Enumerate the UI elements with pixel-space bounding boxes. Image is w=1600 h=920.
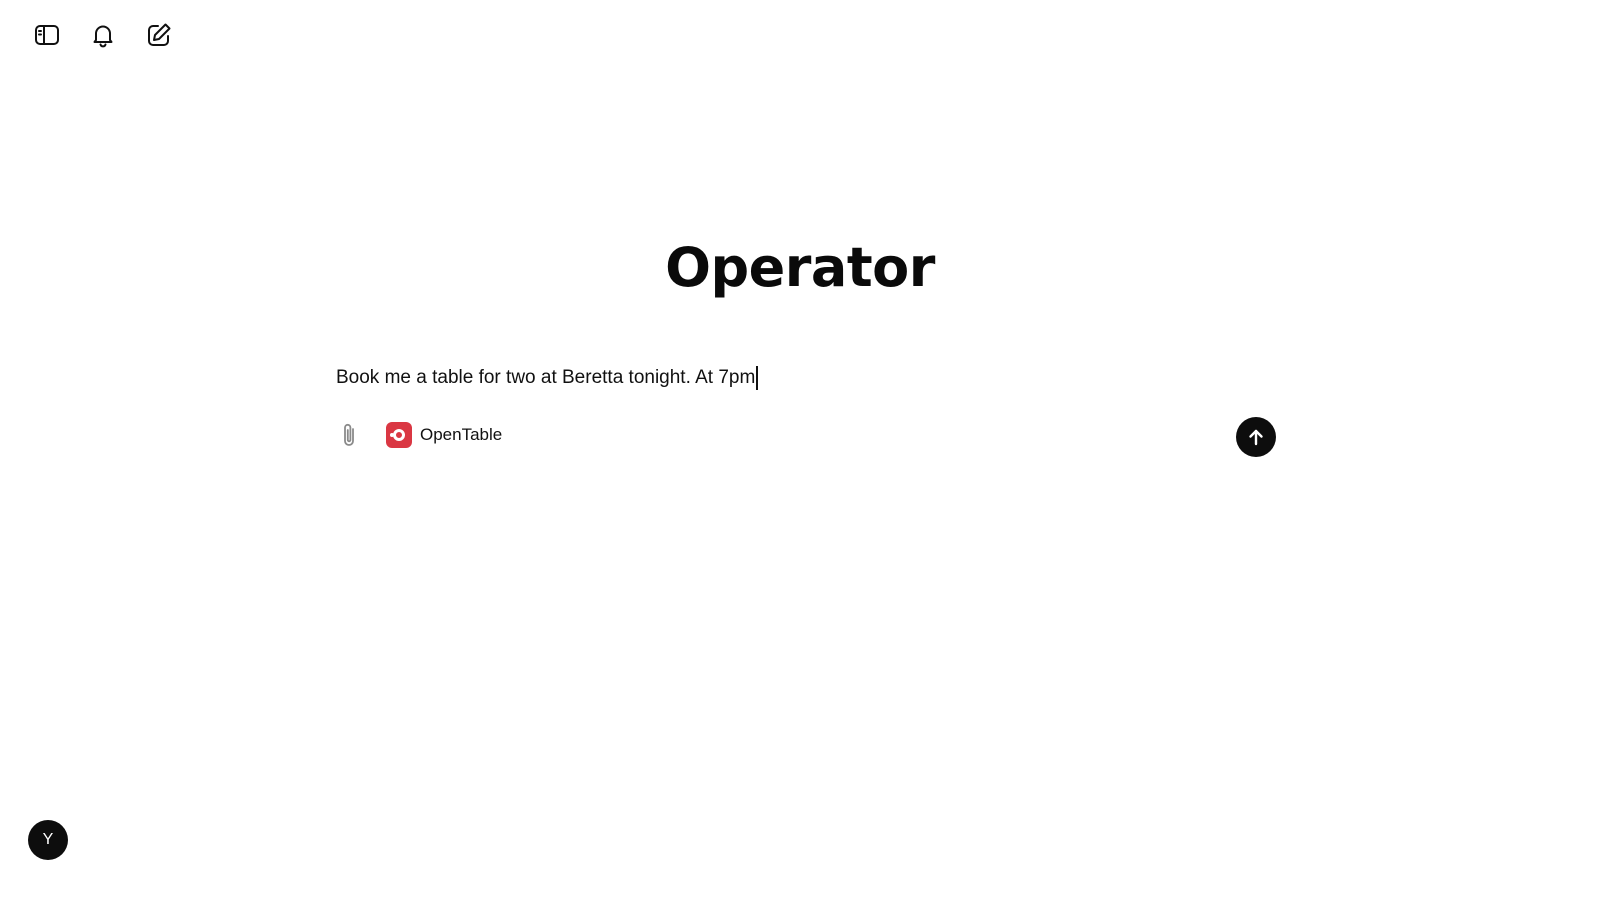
site-chip-label: OpenTable — [420, 425, 503, 444]
avatar-initial: Y — [42, 831, 54, 848]
prompt-input-value: Book me a table for two at Beretta tonig… — [336, 367, 756, 388]
prompt-input[interactable]: Book me a table for two at Beretta tonig… — [336, 366, 758, 390]
new-task-button[interactable] — [142, 18, 176, 52]
task-composer: Book me a table for two at Beretta tonig… — [336, 362, 1276, 472]
user-avatar[interactable]: Y — [28, 820, 68, 860]
bell-icon — [93, 25, 113, 48]
send-button[interactable] — [1236, 417, 1276, 457]
top-toolbar — [30, 18, 176, 52]
sidebar-toggle-icon — [35, 25, 59, 45]
composer-actions: OpenTable — [336, 420, 502, 450]
paperclip-icon — [344, 423, 354, 446]
attach-button[interactable] — [336, 420, 362, 450]
arrow-up-icon — [1249, 429, 1263, 446]
opentable-logo-icon — [386, 422, 412, 448]
page-title: Operator — [665, 236, 935, 299]
text-caret — [756, 366, 758, 390]
site-chip-opentable[interactable]: OpenTable — [386, 422, 502, 448]
new-task-edit-icon — [148, 23, 171, 46]
sidebar-toggle-button[interactable] — [30, 18, 64, 52]
operator-app: Operator Book me a table for two at Bere… — [0, 0, 1600, 920]
notifications-button[interactable] — [86, 18, 120, 52]
